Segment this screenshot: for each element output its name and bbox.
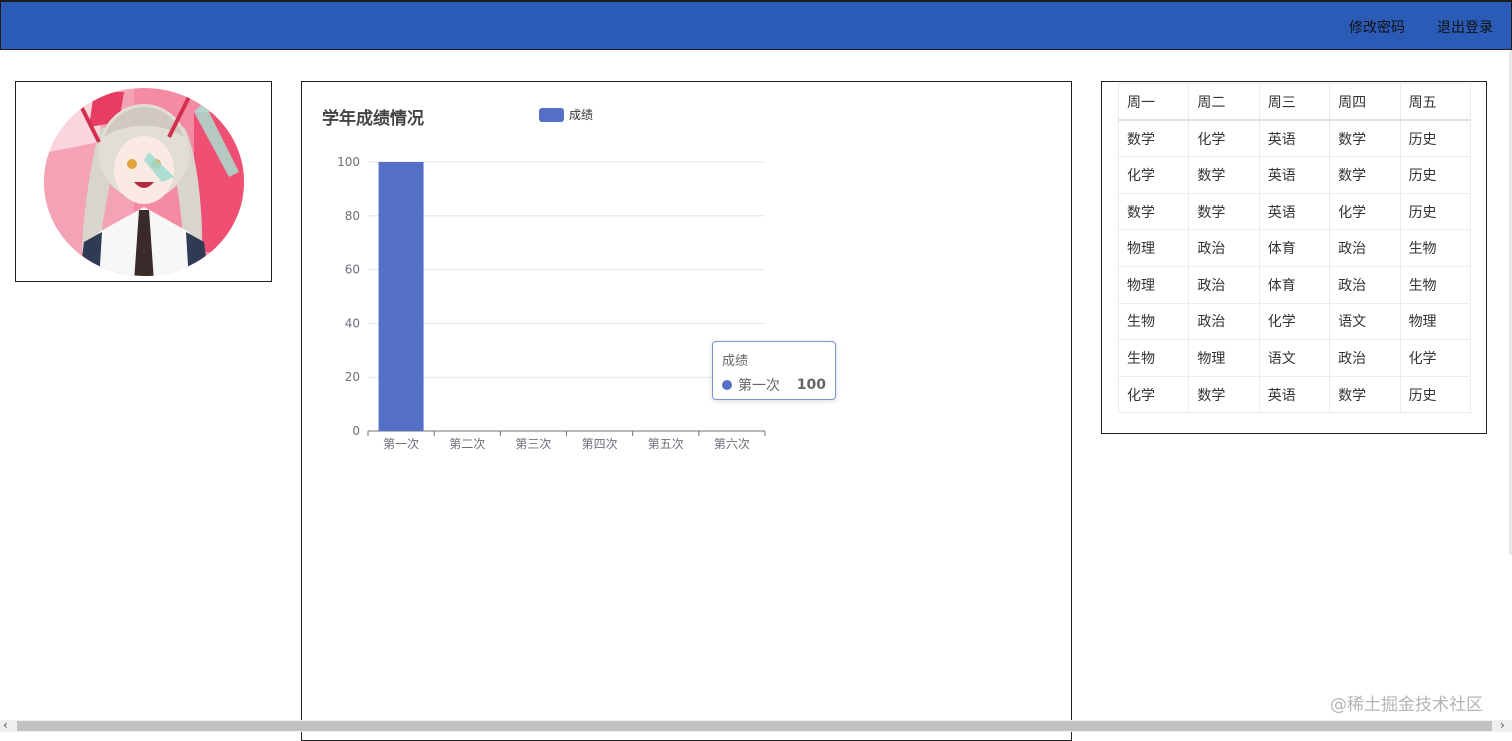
timetable-cell: 数学 [1188,192,1260,231]
timetable-cell: 数学 [1329,156,1401,194]
timetable-cell: 政治 [1329,229,1401,267]
avatar [44,88,244,276]
timetable-cell: 英语 [1258,375,1331,414]
timetable-cell: 生物 [1117,302,1190,341]
timetable-panel: 周一 周二 周三 周四 周五 数学 化学 英语 数学 历史 化学 数学 英语 数学 历史 数学 数学 英语 化学历… [1101,81,1487,434]
tooltip-marker [722,380,732,390]
timetable-cell: 物理 [1399,302,1472,341]
timetable-cell: 化学 [1399,339,1472,377]
score-chart-panel: 学年成绩情况 成绩 0 20 40 60 80 100 第一次 第二次 第三次 第四次 第五次 第六次… [301,81,1072,741]
y-tick-label: 40 [345,316,360,330]
watermark: @稀土掘金技术社区 [1330,695,1483,715]
timetable-cell: 化学 [1329,192,1401,231]
timetable-header-cell: 周二 [1188,83,1260,122]
timetable-cell: 政治 [1188,229,1260,267]
scroll-left-icon[interactable]: ‹ [3,718,8,732]
top-navbar: 修改密码 退出登录 [0,0,1512,50]
timetable-row: 化学 数学 英语 数学 历史 [1117,375,1472,414]
tooltip-value: 100 [796,377,826,393]
timetable-cell: 历史 [1399,192,1472,231]
timetable-row: 物理 政治 体育 政治 生物 [1117,265,1472,304]
timetable-cell: 生物 [1117,339,1190,377]
timetable-cell: 化学 [1117,375,1190,414]
timetable-cell: 英语 [1258,119,1331,158]
timetable-cell: 化学 [1258,302,1331,341]
timetable-cell: 历史 [1399,156,1472,194]
timetable-header-row: 周一 周二 周三 周四 周五 [1117,83,1472,122]
navbar-links: 修改密码 退出登录 [1349,17,1493,37]
timetable-header-cell: 周四 [1329,83,1401,122]
timetable-cell: 语文 [1258,339,1331,377]
timetable-cell: 英语 [1258,192,1331,231]
timetable-cell: 政治 [1188,265,1260,304]
x-tick-label: 第一次 [383,437,419,451]
timetable-row: 化学 数学 英语 数学 历史 [1117,156,1472,194]
timetable-cell: 生物 [1399,229,1472,267]
timetable-cell: 历史 [1399,119,1472,158]
timetable-cell: 体育 [1258,229,1331,267]
timetable-cell: 数学 [1329,375,1401,414]
y-tick-label: 60 [345,263,360,277]
timetable-row: 物理 政治 体育 政治 生物 [1117,229,1472,267]
x-tick-label: 第五次 [648,437,684,451]
timetable-cell: 语文 [1329,302,1401,341]
y-tick-label: 80 [345,209,360,223]
y-tick-label: 0 [352,424,360,438]
timetable-header-cell: 周三 [1258,83,1331,122]
scroll-right-icon[interactable]: › [1500,718,1505,732]
timetable-cell: 数学 [1117,119,1190,158]
timetable-row: 生物 物理 语文 政治 化学 [1117,339,1472,377]
chart-tooltip: 成绩 第一次 100 [712,341,836,400]
timetable-row: 生物 政治 化学 语文 物理 [1117,302,1472,341]
x-tick-label: 第六次 [714,437,750,451]
timetable: 周一 周二 周三 周四 周五 数学 化学 英语 数学 历史 化学 数学 英语 数学 历史 数学 数学 英语 化学历… [1117,83,1472,414]
avatar-illustration [44,88,244,276]
timetable-cell: 物理 [1117,229,1190,267]
horizontal-scrollbar[interactable]: ‹ › [0,718,1512,732]
x-tick-label: 第二次 [449,437,485,451]
y-tick-label: 100 [337,155,360,169]
tooltip-series-name: 成绩 [722,354,749,369]
timetable-cell: 生物 [1399,265,1472,304]
change-password-link[interactable]: 修改密码 [1349,17,1405,37]
timetable-cell: 政治 [1188,302,1260,341]
timetable-cell: 政治 [1329,339,1401,377]
timetable-cell: 数学 [1188,156,1260,194]
bar[interactable] [378,162,424,431]
timetable-cell: 数学 [1117,192,1190,231]
timetable-cell: 化学 [1117,156,1190,194]
timetable-row: 数学 数学 英语 化学 历史 [1117,192,1472,231]
scrollbar-thumb[interactable] [17,721,1492,731]
timetable-header-cell: 周一 [1117,83,1190,122]
timetable-cell: 物理 [1188,339,1260,377]
x-tick-label: 第三次 [515,437,551,451]
timetable-header-cell: 周五 [1399,83,1472,122]
bar-chart: 0 20 40 60 80 100 第一次 第二次 第三次 第四次 第五次 第六次 [337,155,766,451]
timetable-cell: 数学 [1188,375,1260,414]
timetable-cell: 体育 [1258,265,1331,304]
timetable-cell: 政治 [1329,265,1401,304]
timetable-cell: 化学 [1188,119,1260,158]
timetable-cell: 物理 [1117,265,1190,304]
timetable-cell: 英语 [1258,156,1331,194]
y-tick-label: 20 [345,370,360,384]
logout-link[interactable]: 退出登录 [1437,17,1493,37]
avatar-panel [15,81,272,282]
timetable-row: 数学 化学 英语 数学 历史 [1117,119,1472,158]
tooltip-category: 第一次 [738,378,780,394]
timetable-cell: 数学 [1329,119,1401,158]
timetable-cell: 历史 [1399,375,1472,414]
x-tick-label: 第四次 [582,437,618,451]
